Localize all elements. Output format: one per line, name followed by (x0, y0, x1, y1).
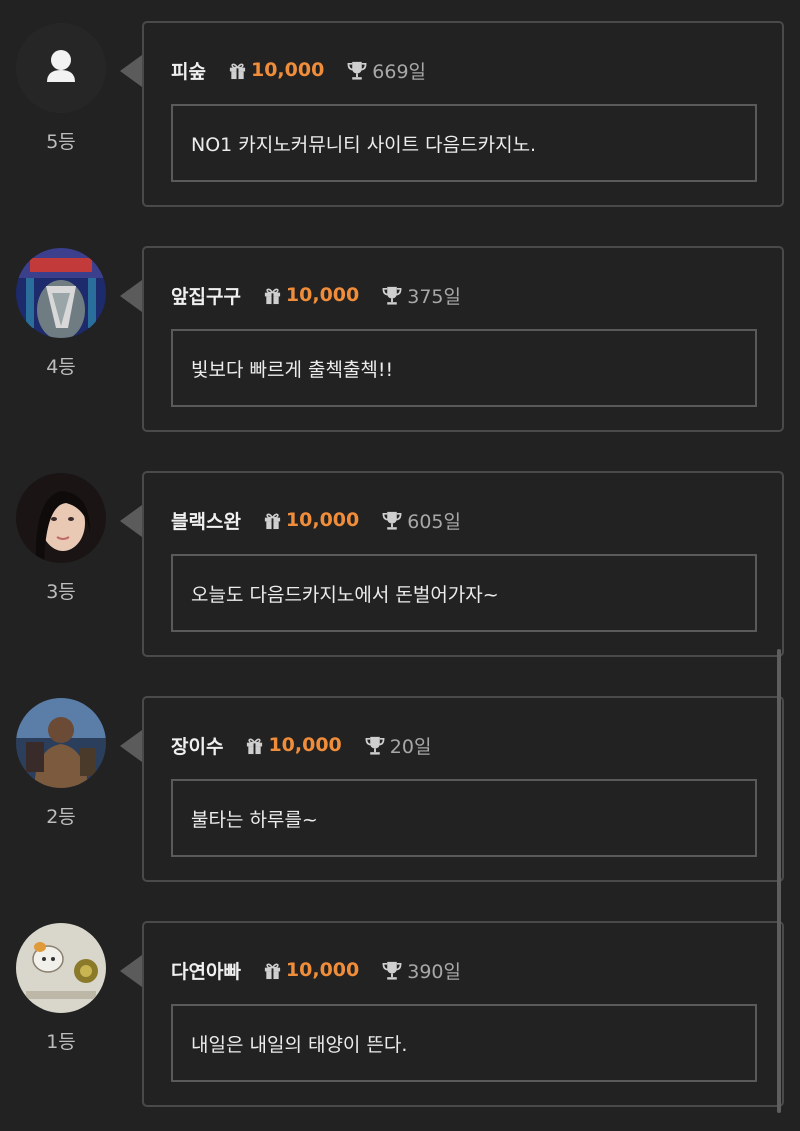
comment-card: 블랙스완 10,000 605일 오늘도 다음드카지노에서 돈벌어가자~ (142, 471, 784, 657)
rank-label: 4등 (46, 356, 76, 378)
entry-meta: 피숲 10,000 669일 (171, 56, 426, 84)
attendance-entry: 3등 블랙스완 10,000 605일 오늘도 다음드카지노에서 돈벌어가자~ (0, 471, 800, 661)
comment-card: 다연아빠 10,000 390일 내일은 내일의 태양이 뜬다. (142, 921, 784, 1107)
attendance-days: 20일 (389, 735, 432, 758)
comment-message: 내일은 내일의 태양이 뜬다. (171, 1004, 757, 1082)
attendance-days: 605일 (407, 510, 461, 533)
comment-card: 앞집구구 10,000 375일 빛보다 빠르게 출첵출첵!! (142, 246, 784, 432)
comment-card: 장이수 10,000 20일 불타는 하루를~ (142, 696, 784, 882)
trophy-icon (347, 61, 367, 80)
points-value: 10,000 (250, 59, 325, 81)
nickname[interactable]: 앞집구구 (171, 282, 241, 309)
avatar[interactable] (16, 473, 106, 563)
attendance-days: 375일 (407, 285, 461, 308)
points-value: 10,000 (285, 284, 360, 306)
nickname[interactable]: 블랙스완 (171, 507, 241, 534)
points-value: 10,000 (285, 959, 360, 981)
gift-icon (229, 63, 246, 79)
gift-icon (247, 738, 263, 754)
card-pointer (120, 955, 142, 987)
avatar[interactable] (16, 248, 106, 338)
points-value: 10,000 (268, 734, 342, 756)
trophy-icon (382, 286, 402, 305)
attendance-days: 669일 (372, 60, 427, 83)
card-pointer (120, 505, 142, 537)
gift-icon (264, 288, 281, 304)
attendance-entry: 2등 장이수 10,000 20일 불타는 하루를~ (0, 696, 800, 886)
entry-meta: 블랙스완 10,000 605일 (171, 506, 461, 534)
comment-card: 피숲 10,000 669일 NO1 카지노커뮤니티 사이트 다음드카지노. (142, 21, 784, 207)
comment-message: NO1 카지노커뮤니티 사이트 다음드카지노. (171, 104, 757, 182)
rank-label: 5등 (46, 131, 76, 153)
gift-icon (264, 963, 281, 979)
card-pointer (120, 730, 142, 762)
scrollbar[interactable] (777, 649, 781, 1113)
avatar-image (16, 473, 106, 563)
attendance-days: 390일 (407, 960, 461, 983)
avatar[interactable] (16, 23, 106, 113)
trophy-icon (382, 511, 402, 530)
gift-icon (264, 513, 281, 529)
trophy-icon (382, 961, 402, 980)
comment-message: 불타는 하루를~ (171, 779, 757, 857)
trophy-icon (365, 736, 385, 755)
avatar-image (16, 698, 106, 788)
avatar-image (16, 248, 106, 338)
entry-meta: 장이수 10,000 20일 (171, 731, 431, 759)
nickname[interactable]: 피숲 (171, 57, 206, 84)
comment-message: 오늘도 다음드카지노에서 돈벌어가자~ (171, 554, 757, 632)
avatar[interactable] (16, 923, 106, 1013)
avatar[interactable] (16, 698, 106, 788)
rank-label: 1등 (46, 1031, 76, 1053)
card-pointer (120, 55, 142, 87)
attendance-entry: 1등 다연아빠 10,000 390일 내일은 내일의 태양이 뜬다. (0, 921, 800, 1111)
nickname[interactable]: 장이수 (171, 732, 223, 759)
rank-label: 3등 (46, 581, 76, 603)
comment-message: 빛보다 빠르게 출첵출첵!! (171, 329, 757, 407)
attendance-entry: 4등 앞집구구 10,000 375일 빛보다 빠르게 출첵출첵!! (0, 246, 800, 436)
avatar-image (16, 923, 106, 1013)
entry-meta: 다연아빠 10,000 390일 (171, 956, 461, 984)
rank-label: 2등 (46, 806, 76, 828)
nickname[interactable]: 다연아빠 (171, 957, 241, 984)
entry-meta: 앞집구구 10,000 375일 (171, 281, 461, 309)
points-value: 10,000 (285, 509, 360, 531)
attendance-entry: 5등 피숲 10,000 669일 NO1 카지노커뮤니티 사이트 다음드카지노… (0, 21, 800, 211)
user-icon (16, 23, 106, 113)
card-pointer (120, 280, 142, 312)
